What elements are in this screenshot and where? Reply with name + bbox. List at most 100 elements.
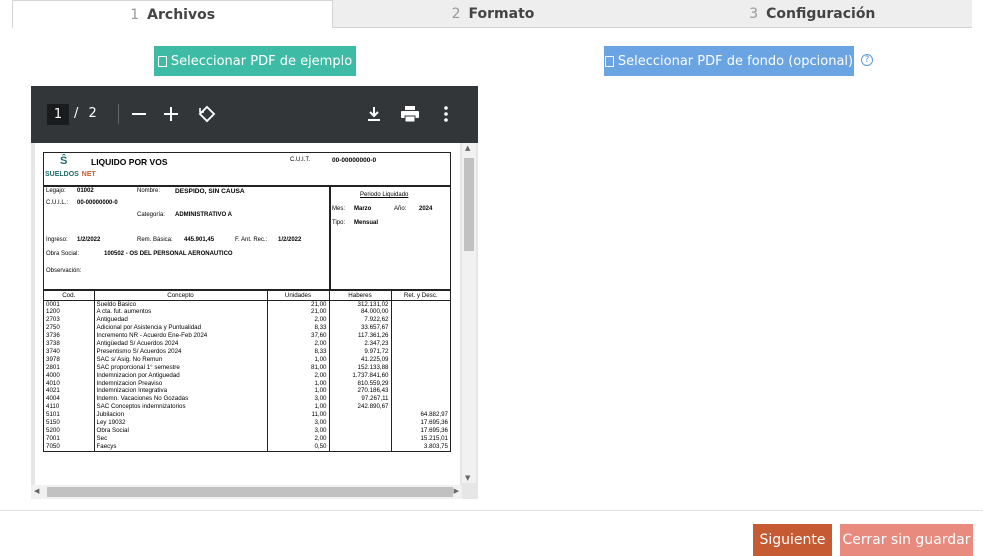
scroll-right-icon[interactable]: ▶ (454, 487, 459, 495)
table-cell: Indemnizacion Integrativa (94, 387, 268, 396)
table-cell (391, 356, 450, 364)
table-cell: Antiguedad (94, 316, 268, 325)
table-cell: 3738 (44, 340, 95, 348)
periodo-label: Periodo Liquidado (360, 192, 409, 198)
tab-label: Configuración (766, 5, 876, 22)
print-icon[interactable] (398, 102, 422, 126)
table-row: 5150 Ley 19032 3,00 17.695,36 (44, 419, 450, 427)
page-total: 2 (88, 106, 97, 121)
table-cell: 97.267,11 (329, 395, 392, 404)
table-cell: 7050 (44, 442, 95, 451)
table-cell: 4004 (44, 395, 95, 404)
column-header: Cod. (44, 291, 95, 301)
table-row: 7001 Sec 2,00 15.215,01 (44, 434, 450, 443)
select-background-label: Seleccionar PDF de fondo (opcional) (617, 53, 854, 69)
table-cell: 810.559,29 (329, 379, 392, 388)
table-cell: Indemnizacion Preaviso (94, 379, 268, 388)
table-cell: Sec (94, 434, 268, 443)
next-button[interactable]: Siguiente (753, 524, 832, 556)
table-cell: A cta. fut. aumentos (94, 308, 268, 317)
table-cell: 37,60 (267, 332, 330, 341)
page-number-input[interactable]: 1 (47, 104, 69, 125)
column-header: Haberes (329, 291, 392, 301)
table-row: 2703 Antiguedad 2,00 7.922,62 (44, 316, 450, 325)
logo-text-net: NET (81, 171, 96, 178)
categoria-value: ADMINISTRATIVO A (175, 212, 232, 218)
vertical-scrollbar[interactable]: ▲ ▼ (462, 143, 476, 483)
table-cell: 1,00 (267, 387, 330, 396)
table-cell (329, 419, 392, 427)
table-cell: 2,00 (267, 340, 330, 348)
table-cell: 41.225,09 (329, 355, 392, 364)
help-icon[interactable]: ? (861, 54, 873, 66)
table-cell: 8,33 (267, 324, 330, 333)
fecha-ant-label: F. Ant. Rec.: (235, 237, 268, 243)
table-cell: 3978 (44, 355, 95, 364)
table-cell: 8,33 (267, 347, 330, 356)
ingreso-label: Ingreso: (46, 237, 68, 243)
close-without-saving-button[interactable]: Cerrar sin guardar (840, 524, 973, 556)
table-row: 7050 Faecys 0,50 3.803,75 (44, 442, 450, 451)
table-cell: 3.803,75 (423, 442, 448, 450)
table-cell: 5101 (44, 411, 95, 420)
select-example-pdf-button[interactable]: Seleccionar PDF de ejemplo (154, 46, 356, 76)
table-row: 4000 Indemnizacion por Antiguedad 2,00 1.73… (44, 371, 450, 380)
table-cell (329, 442, 392, 451)
table-cell (391, 387, 450, 395)
table-cell: 64.882,97 (420, 411, 448, 419)
rotate-icon[interactable] (195, 102, 219, 126)
tab-number: 2 (451, 5, 461, 22)
obra-social-value: 100502 - OS DEL PERSONAL AERONAUTICO (104, 251, 233, 257)
table-body: 0001 Sueldo Basico 21,00 312.131,02 1200 A ct… (44, 300, 450, 451)
table-cell (391, 332, 450, 340)
table-cell (391, 348, 450, 356)
obra-social-label: Obra Social: (46, 251, 80, 257)
select-background-pdf-button[interactable]: Seleccionar PDF de fondo (opcional) (604, 46, 854, 76)
mes-value: Marzo (354, 206, 372, 212)
concepts-table: Cod. Concepto Unidades Haberes Ret. y Desc. … (44, 291, 450, 451)
table-cell: 7001 (44, 434, 95, 443)
table-row: 5200 Obra Social 3,00 17.695,36 (44, 427, 450, 435)
horizontal-scrollbar[interactable]: ◀ ▶ (31, 485, 462, 499)
table-cell: 2,00 (267, 434, 330, 443)
scrollbar-thumb[interactable] (464, 158, 474, 251)
download-icon[interactable] (362, 102, 386, 126)
table-cell: 21,00 (267, 308, 330, 317)
table-cell: 1,00 (267, 403, 330, 412)
table-cell: 152.133,88 (329, 363, 392, 372)
table-cell (391, 340, 450, 348)
tipo-label: Tipo: (332, 220, 346, 226)
table-cell: 270.186,43 (329, 387, 392, 396)
more-options-icon[interactable] (434, 102, 458, 126)
cuil-label: C.U.I.L.: (46, 200, 69, 206)
table-row: 3740 Presentismo S/ Acuerdos 2024 8,33 9.97… (44, 347, 450, 356)
table-cell: 4021 (44, 387, 95, 396)
table-cell: 9.971,72 (329, 347, 392, 356)
table-cell: 4110 (44, 403, 95, 412)
table-cell: Antigüedad S/ Acuerdos 2024 (94, 340, 268, 348)
nombre-value: DESPIDO, SIN CAUSA (175, 188, 245, 195)
table-cell: 84.000,00 (329, 308, 392, 317)
tab-label: Archivos (147, 6, 216, 23)
table-cell (329, 434, 392, 443)
scroll-up-icon[interactable]: ▲ (465, 144, 470, 152)
table-cell: SAC proporcional 1° semestre (94, 363, 268, 372)
table-cell: Faecys (94, 442, 268, 451)
scroll-left-icon[interactable]: ◀ (34, 487, 39, 495)
anio-label: Año: (394, 206, 407, 212)
table-cell: 5200 (44, 427, 95, 435)
table-cell: 7.922,62 (329, 316, 392, 325)
payslip-header: Ŝ SUELDOS NET LIQUIDO POR VOS C.U.I.T. 0… (44, 153, 450, 187)
footer-divider (0, 510, 983, 511)
scrollbar-thumb[interactable] (47, 487, 453, 497)
cuil-value: 00-00000000-0 (77, 200, 118, 206)
zoom-in-icon[interactable] (159, 102, 183, 126)
table-cell: 117.361,26 (329, 332, 392, 341)
scroll-down-icon[interactable]: ▼ (465, 474, 470, 482)
zoom-out-icon[interactable] (127, 102, 151, 126)
tab-formato[interactable]: 2 Formato (333, 0, 653, 28)
table-cell: 0,50 (267, 442, 330, 451)
tab-archivos[interactable]: 1 Archivos (12, 0, 334, 28)
tab-configuracion[interactable]: 3 Configuración (652, 0, 972, 28)
file-icon (157, 55, 167, 67)
